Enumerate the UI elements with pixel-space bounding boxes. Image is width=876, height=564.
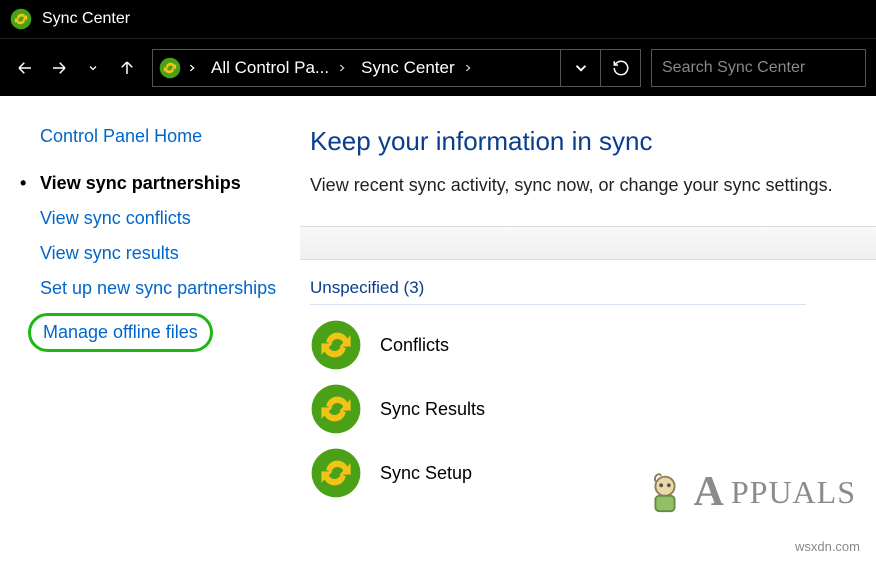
control-panel-home-link[interactable]: Control Panel Home [40,126,280,147]
item-label: Sync Setup [380,463,472,484]
list-item-conflicts[interactable]: Conflicts [310,313,846,377]
sidebar-item-manage-offline-files[interactable]: Manage offline files [40,313,280,352]
sync-icon [310,319,362,371]
page-heading: Keep your information in sync [310,126,846,157]
sidebar: Control Panel Home View sync partnership… [0,96,300,564]
attribution: wsxdn.com [795,539,860,554]
sidebar-item-view-results[interactable]: View sync results [40,243,280,264]
sync-icon [10,8,32,30]
window-title: Sync Center [42,10,130,28]
recent-locations-button[interactable] [78,53,108,83]
address-dropdown-button[interactable] [560,50,600,86]
back-button[interactable] [10,53,40,83]
sync-icon [310,447,362,499]
forward-button[interactable] [44,53,74,83]
sync-icon [153,57,185,79]
refresh-button[interactable] [600,50,640,86]
breadcrumb-label: All Control Pa... [211,58,329,78]
toolbar-strip [300,226,876,260]
item-label: Conflicts [380,335,449,356]
sidebar-item-view-partnerships[interactable]: View sync partnerships [40,173,280,194]
navbar: All Control Pa... Sync Center [0,38,876,96]
sidebar-item-label: Manage offline files [43,322,198,342]
breadcrumb-item[interactable]: Sync Center [351,50,477,86]
mascot-icon [642,469,688,515]
watermark-letter: A [694,468,725,516]
list-item-sync-results[interactable]: Sync Results [310,377,846,441]
watermark: A PPUALS [642,468,857,516]
breadcrumb-root-chevron[interactable] [185,50,201,86]
sidebar-item-view-conflicts[interactable]: View sync conflicts [40,208,280,229]
address-bar[interactable]: All Control Pa... Sync Center [152,49,641,87]
sidebar-item-new-partnerships[interactable]: Set up new sync partnerships [40,278,280,299]
titlebar: Sync Center [0,0,876,38]
breadcrumb-label: Sync Center [361,58,455,78]
breadcrumb-item[interactable]: All Control Pa... [201,50,351,86]
sync-icon [310,383,362,435]
highlight-ring: Manage offline files [28,313,213,352]
main-content: Keep your information in sync View recen… [300,96,876,564]
search-input[interactable] [662,59,855,77]
page-description: View recent sync activity, sync now, or … [310,175,846,196]
item-label: Sync Results [380,399,485,420]
up-button[interactable] [112,53,142,83]
search-box[interactable] [651,49,866,87]
group-header[interactable]: Unspecified (3) [310,274,806,305]
watermark-text: PPUALS [731,474,856,511]
